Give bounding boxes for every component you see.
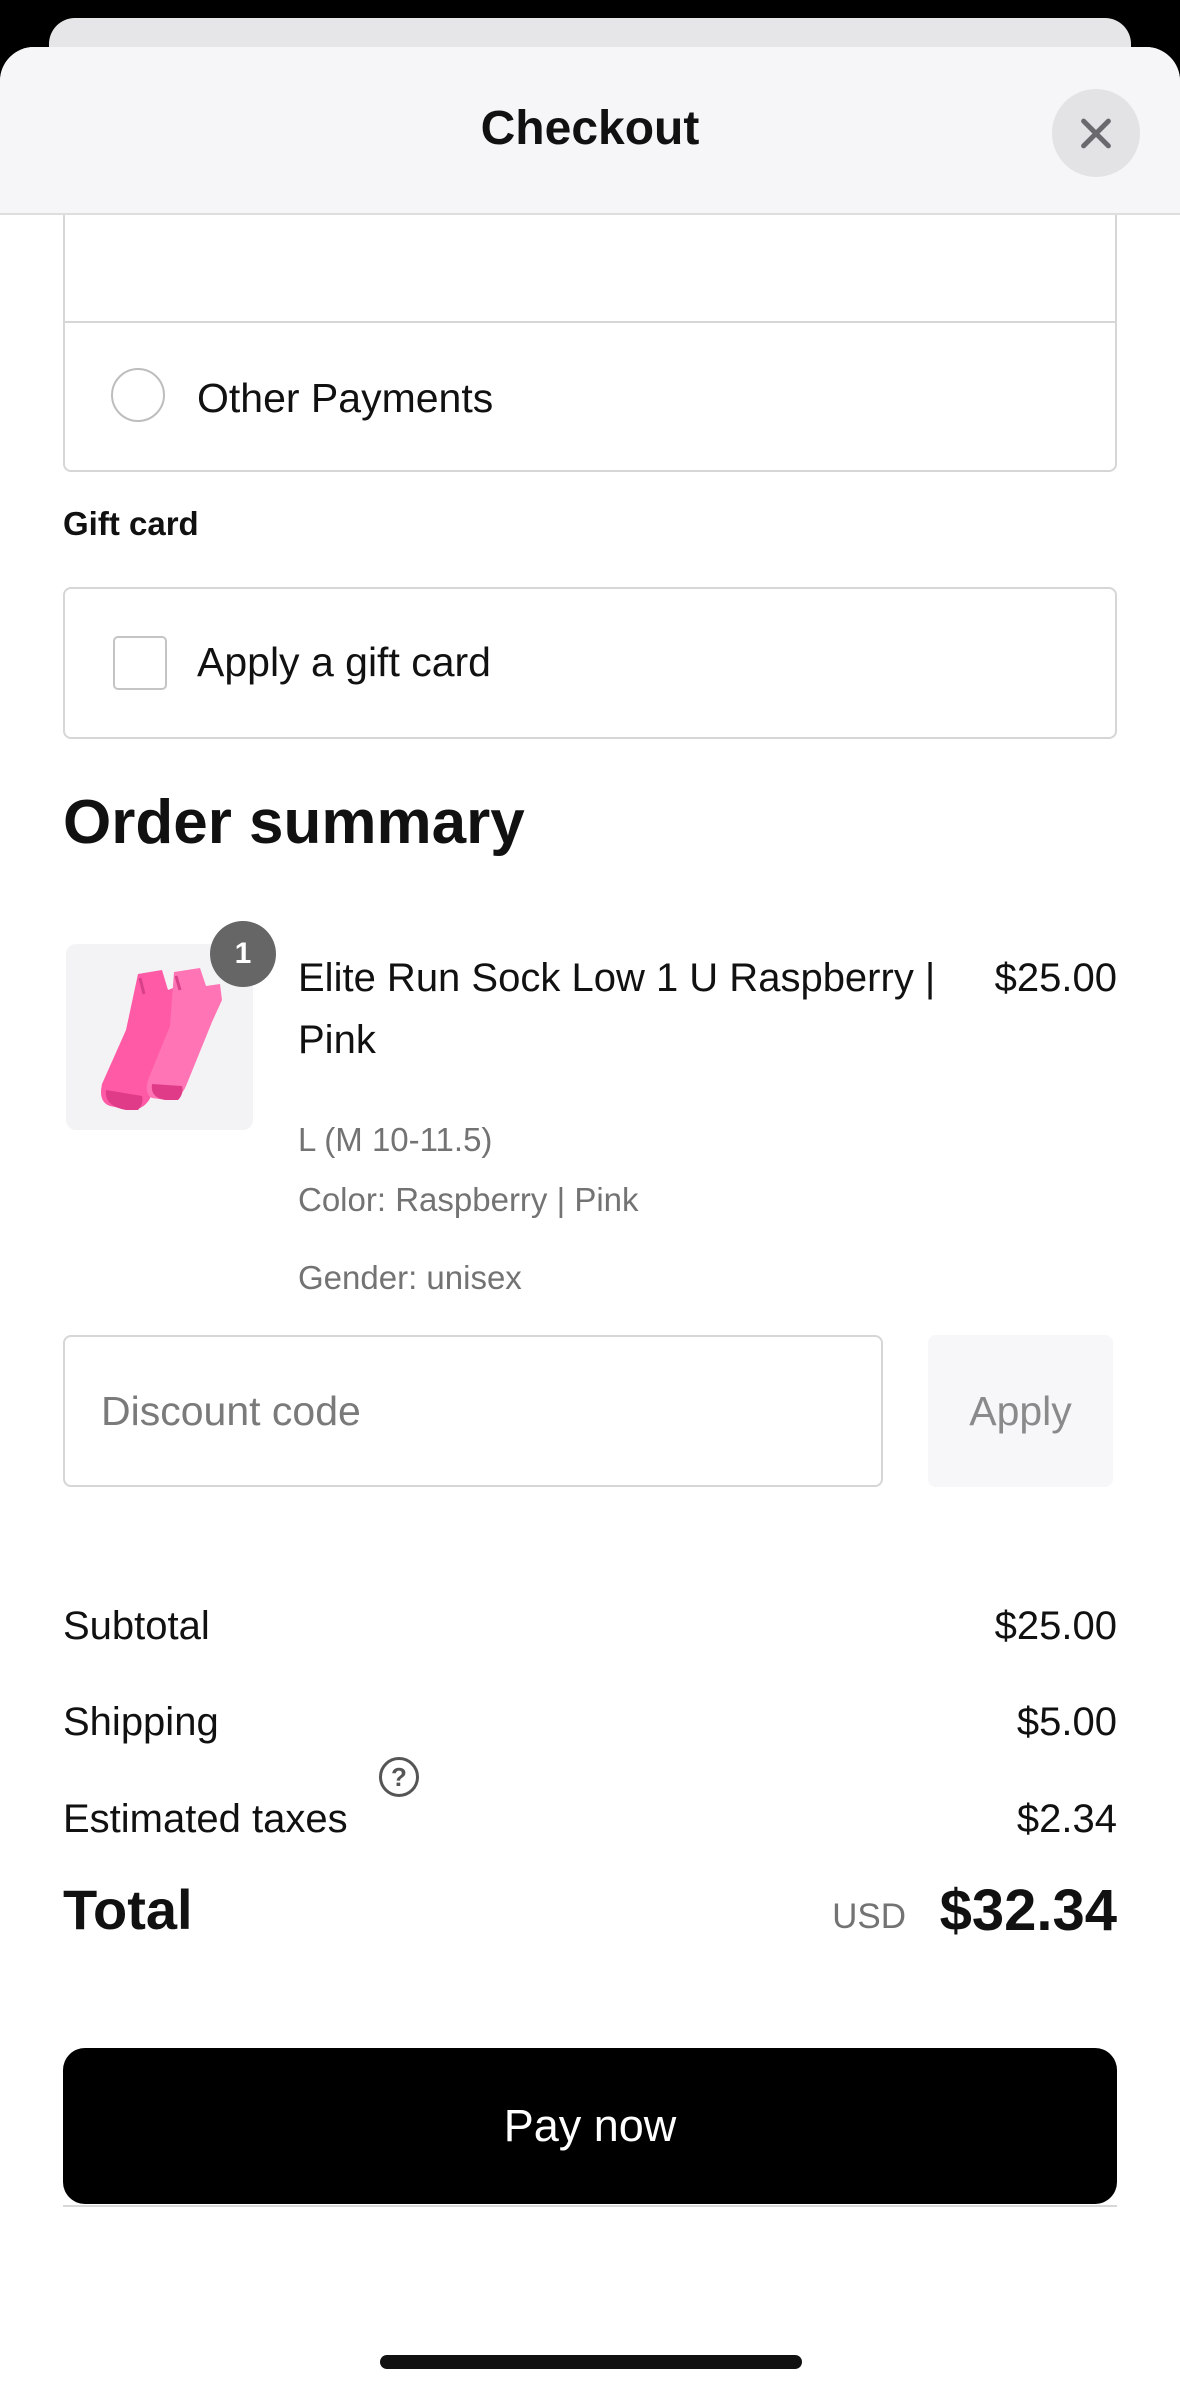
shipping-value: $5.00 — [1016, 1700, 1117, 1744]
gift-card-checkbox[interactable] — [113, 636, 167, 690]
subtotal-value: $25.00 — [994, 1604, 1117, 1648]
total-value: $32.34 — [939, 1878, 1117, 1943]
close-icon[interactable] — [1052, 89, 1140, 177]
apply-discount-button[interactable]: Apply — [928, 1335, 1113, 1487]
gift-card-option[interactable]: Apply a gift card — [63, 587, 1117, 739]
taxes-value: $2.34 — [1016, 1797, 1117, 1841]
page-title: Checkout — [480, 102, 700, 155]
order-summary-title: Order summary — [63, 788, 525, 857]
product-size: L (M 10-11.5) — [298, 1121, 493, 1158]
total-currency: USD — [832, 1897, 906, 1936]
checkout-header: Checkout — [0, 47, 1180, 215]
product-price: $25.00 — [994, 956, 1117, 1000]
quantity-badge: 1 — [210, 921, 276, 987]
divider — [63, 2205, 1117, 2207]
home-indicator — [380, 2355, 802, 2369]
checkout-sheet: Other Payments Checkout Gift card Apply … — [0, 47, 1180, 2396]
product-name: Elite Run Sock Low 1 U Raspberry | Pink — [298, 956, 936, 1062]
gift-card-section-label: Gift card — [63, 505, 199, 542]
payment-divider — [65, 321, 1115, 323]
gift-card-label: Apply a gift card — [197, 639, 491, 685]
discount-code-input[interactable] — [63, 1335, 883, 1487]
taxes-label: Estimated taxes — [63, 1797, 348, 1841]
product-gender: Gender: unisex — [298, 1259, 522, 1296]
question-circle-icon[interactable]: ? — [379, 1757, 419, 1797]
shipping-label: Shipping — [63, 1700, 219, 1744]
product-color: Color: Raspberry | Pink — [298, 1181, 639, 1218]
pay-now-button[interactable]: Pay now — [63, 2048, 1117, 2204]
other-payments-label: Other Payments — [197, 375, 494, 421]
other-payments-radio[interactable] — [111, 368, 165, 422]
subtotal-label: Subtotal — [63, 1604, 210, 1648]
total-label: Total — [63, 1878, 193, 1941]
